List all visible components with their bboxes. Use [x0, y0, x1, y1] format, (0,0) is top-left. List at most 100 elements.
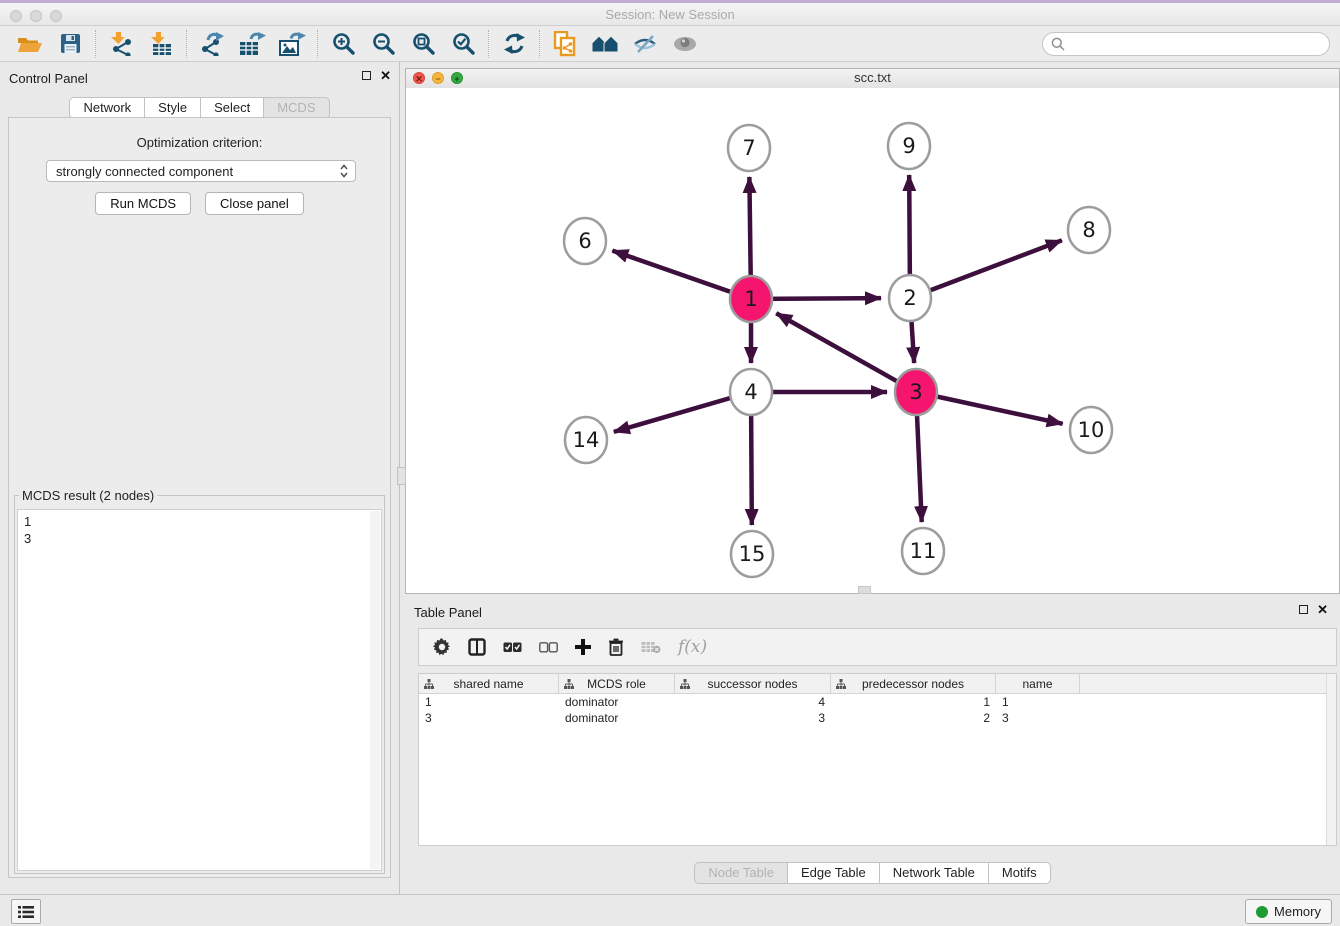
vertical-splitter-handle[interactable]	[858, 586, 871, 594]
save-icon	[60, 33, 81, 54]
column-header-name[interactable]: name	[996, 674, 1080, 693]
export-network-button[interactable]	[192, 29, 232, 59]
refresh-button[interactable]	[494, 29, 534, 59]
zoom-selected-button[interactable]	[443, 29, 483, 59]
gear-icon[interactable]	[433, 638, 451, 656]
tab-mcds[interactable]: MCDS	[263, 97, 329, 119]
open-button[interactable]	[10, 29, 50, 59]
window-titlebar: Session: New Session	[0, 0, 1340, 26]
split-view-icon[interactable]	[468, 638, 486, 656]
horizontal-splitter-handle[interactable]	[397, 467, 406, 485]
close-window-icon[interactable]	[10, 10, 22, 22]
function-builder-icon: f(x)	[678, 637, 707, 657]
task-history-button[interactable]	[11, 899, 41, 924]
save-button[interactable]	[50, 29, 90, 59]
zoom-selected-icon	[452, 32, 475, 55]
select-all-icon[interactable]	[503, 642, 522, 653]
close-table-panel-icon[interactable]: ✕	[1317, 605, 1328, 614]
node-table[interactable]: shared name MCDS role successor nodes pr…	[418, 673, 1337, 846]
float-table-panel-icon[interactable]	[1299, 605, 1308, 614]
tab-network-table[interactable]: Network Table	[879, 862, 989, 884]
criterion-select[interactable]: strongly connected component	[46, 160, 356, 182]
main-toolbar	[0, 26, 1340, 62]
tab-motifs[interactable]: Motifs	[988, 862, 1051, 884]
cell-name[interactable]: 3	[996, 711, 1080, 725]
column-label: predecessor nodes	[862, 677, 964, 691]
close-panel-button[interactable]: Close panel	[205, 192, 304, 215]
memory-label: Memory	[1274, 904, 1321, 919]
deselect-all-icon[interactable]	[539, 642, 558, 653]
cell-shared-name[interactable]: 1	[419, 695, 559, 709]
show-all-button[interactable]	[665, 29, 705, 59]
tab-style[interactable]: Style	[144, 97, 201, 119]
control-panel-header: Control Panel ✕	[0, 62, 399, 92]
network-close-icon[interactable]: ✕	[413, 72, 425, 84]
network-minimize-icon[interactable]: −	[432, 72, 444, 84]
cell-shared-name[interactable]: 3	[419, 711, 559, 725]
hide-selection-button[interactable]	[625, 29, 665, 59]
result-line: 1	[24, 513, 381, 530]
graph-node-label: 7	[742, 136, 755, 160]
home-icon	[592, 33, 619, 55]
run-mcds-button[interactable]: Run MCDS	[95, 192, 191, 215]
export-table-button[interactable]	[232, 29, 272, 59]
control-panel-tabs: Network Style Select MCDS	[0, 97, 399, 119]
column-label: MCDS role	[587, 677, 646, 691]
search-box[interactable]	[1042, 32, 1330, 56]
graph-edge-3-10[interactable]	[916, 392, 1063, 424]
mcds-panel: Optimization criterion: strongly connect…	[8, 117, 391, 878]
network-canvas[interactable]: 1234678910111415	[406, 88, 1339, 593]
cell-predecessor-nodes[interactable]: 1	[831, 695, 996, 709]
minimize-window-icon[interactable]	[30, 10, 42, 22]
mcds-result-text[interactable]: 1 3	[17, 509, 382, 871]
graph-edge-2-8[interactable]	[910, 240, 1062, 298]
list-icon	[18, 905, 34, 919]
import-network-button[interactable]	[101, 29, 141, 59]
tab-node-table[interactable]: Node Table	[694, 862, 788, 884]
graph-edge-3-1[interactable]	[776, 313, 916, 392]
float-panel-icon[interactable]	[362, 71, 371, 80]
tab-edge-table[interactable]: Edge Table	[787, 862, 880, 884]
network-maximize-icon[interactable]: +	[451, 72, 463, 84]
import-table-button[interactable]	[141, 29, 181, 59]
home-button[interactable]	[585, 29, 625, 59]
table-row[interactable]: 3 dominator 3 2 3	[419, 710, 1336, 726]
column-header-predecessor-nodes[interactable]: predecessor nodes	[831, 674, 996, 693]
zoom-window-icon[interactable]	[50, 10, 62, 22]
tab-network[interactable]: Network	[69, 97, 145, 119]
zoom-out-icon	[372, 32, 395, 55]
column-header-mcds-role[interactable]: MCDS role	[559, 674, 675, 693]
table-row[interactable]: 1 dominator 4 1 1	[419, 694, 1336, 710]
zoom-out-button[interactable]	[363, 29, 403, 59]
table-toolbar: f(x)	[418, 628, 1337, 666]
cell-successor-nodes[interactable]: 3	[675, 711, 831, 725]
network-window-titlebar[interactable]: ✕ − + scc.txt	[406, 69, 1339, 89]
cell-mcds-role[interactable]: dominator	[559, 711, 675, 725]
result-line: 3	[24, 530, 381, 547]
search-icon	[1051, 37, 1065, 51]
copy-network-button[interactable]	[545, 29, 585, 59]
column-header-successor-nodes[interactable]: successor nodes	[675, 674, 831, 693]
cell-name[interactable]: 1	[996, 695, 1080, 709]
add-column-icon[interactable]	[575, 639, 591, 655]
column-header-shared-name[interactable]: shared name	[419, 674, 559, 693]
toolbar-separator	[186, 30, 187, 58]
table-scrollbar[interactable]	[1326, 674, 1336, 845]
memory-status-dot	[1256, 906, 1268, 918]
graph-node-label: 1	[744, 287, 757, 311]
tab-select[interactable]: Select	[200, 97, 264, 119]
network-window: ✕ − + scc.txt 1234678910111415	[405, 68, 1340, 594]
result-scrollbar[interactable]	[370, 511, 380, 869]
cell-predecessor-nodes[interactable]: 2	[831, 711, 996, 725]
traffic-lights[interactable]	[10, 10, 62, 22]
zoom-in-button[interactable]	[323, 29, 363, 59]
search-input[interactable]	[1070, 35, 1321, 52]
cell-mcds-role[interactable]: dominator	[559, 695, 675, 709]
export-image-button[interactable]	[272, 29, 312, 59]
delete-column-icon[interactable]	[608, 638, 624, 656]
close-panel-icon[interactable]: ✕	[380, 71, 391, 80]
memory-button[interactable]: Memory	[1245, 899, 1332, 924]
cell-successor-nodes[interactable]: 4	[675, 695, 831, 709]
column-label: name	[1022, 677, 1052, 691]
zoom-fit-button[interactable]	[403, 29, 443, 59]
